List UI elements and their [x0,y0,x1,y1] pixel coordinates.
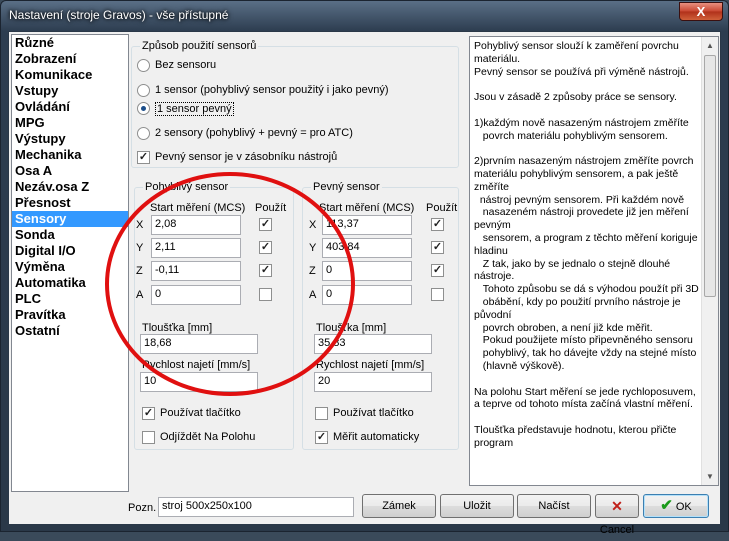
movable-use-button-checkbox[interactable]: ✓ [142,407,155,420]
sensor-usage-label: Způsob použití sensorů [140,40,259,52]
movable-retract-label: Odjíždět Na Polohu [160,431,256,443]
scroll-down-arrow-icon[interactable]: ▼ [702,468,718,485]
fixed-start-input[interactable]: 0 [322,285,412,305]
movable-start-input[interactable]: 0 [151,285,241,305]
movable-retract-checkbox[interactable] [142,431,155,444]
fixed-thickness-input[interactable]: 35,83 [314,334,432,354]
category-item[interactable]: Automatika [12,275,128,291]
movable-sensor-label: Pohyblivý sensor [143,181,231,193]
ok-button-label: OK [675,501,692,513]
movable-axis-label: Z [136,265,143,277]
fixed-speed-label: Rychlost najetí [mm/s] [316,359,425,371]
category-list[interactable]: Různé Zobrazení Komunikace Vstupy Ovládání MP… [11,34,129,492]
movable-start-input[interactable]: 2,11 [151,238,241,258]
fixed-start-input[interactable]: 0 [322,261,412,281]
usage-option-label: 1 sensor pevný [155,102,234,116]
fixed-use-checkbox[interactable]: ✓ [431,264,444,277]
movable-speed-label: Rychlost najetí [mm/s] [142,359,251,371]
usage-option-label: 2 sensory (pohyblivý + pevný = pro ATC) [155,127,353,139]
category-item[interactable]: Digital I/O [12,243,128,259]
usage-radio[interactable] [137,59,150,72]
fixed-speed-input[interactable]: 20 [314,372,432,392]
usage-radio[interactable] [137,102,150,115]
movable-use-header: Použít [255,202,287,214]
usage-radio[interactable] [137,84,150,97]
fixed-start-header: Start měření (MCS) [319,202,415,214]
help-panel: Pohyblivý sensor slouží k zaměření povrc… [469,36,719,486]
settings-window: Nastavení (stroje Gravos) - vše přístupn… [0,0,729,536]
fixed-in-magazine-checkbox[interactable]: ✓ [137,151,150,164]
movable-use-checkbox[interactable]: ✓ [259,264,272,277]
fixed-start-input[interactable]: 403,84 [322,238,412,258]
category-item[interactable]: Ovládání [12,99,128,115]
category-item[interactable]: Sensory [12,211,128,227]
category-item[interactable]: Vstupy [12,83,128,99]
category-item[interactable]: PLC [12,291,128,307]
movable-axis-label: X [136,219,144,231]
lock-button[interactable]: Zámek [362,494,436,518]
category-item[interactable]: Mechanika [12,147,128,163]
movable-start-header: Start měření (MCS) [150,202,246,214]
help-scrollbar[interactable]: ▲ ▼ [701,37,718,485]
scroll-up-arrow-icon[interactable]: ▲ [702,37,718,54]
movable-use-button-label: Používat tlačítko [160,407,241,419]
fixed-axis-label: Z [309,265,316,277]
movable-use-checkbox[interactable]: ✓ [259,218,272,231]
note-label: Pozn. [128,502,157,514]
window-close-button[interactable]: X [679,2,723,21]
fixed-thickness-label: Tloušťka [mm] [316,322,387,334]
fixed-use-checkbox[interactable] [431,288,444,301]
fixed-auto-label: Měřit automaticky [333,431,420,443]
fixed-start-input[interactable]: 113,37 [322,215,412,235]
movable-speed-input[interactable]: 10 [140,372,258,392]
category-item[interactable]: Výměna [12,259,128,275]
movable-use-checkbox[interactable] [259,288,272,301]
fixed-auto-checkbox[interactable]: ✓ [315,431,328,444]
fixed-use-button-checkbox[interactable] [315,407,328,420]
category-item[interactable]: Ostatní [12,323,128,339]
note-input[interactable]: stroj 500x250x100 [158,497,354,517]
fixed-axis-label: X [309,219,317,231]
category-item[interactable]: MPG [12,115,128,131]
category-item[interactable]: Komunikace [12,67,128,83]
ok-button[interactable]: ✔ OK [643,494,709,518]
category-item[interactable]: Zobrazení [12,51,128,67]
title-bar[interactable]: Nastavení (stroje Gravos) - vše přístupn… [1,1,728,29]
usage-option-label: Bez sensoru [155,59,217,71]
category-item[interactable]: Výstupy [12,131,128,147]
category-item[interactable]: Různé [12,35,128,51]
category-item[interactable]: Osa A [12,163,128,179]
fixed-use-header: Použít [426,202,458,214]
category-item[interactable]: Sonda [12,227,128,243]
cancel-button-label: Cancel [599,524,635,536]
movable-use-checkbox[interactable]: ✓ [259,241,272,254]
usage-option-label: 1 sensor (pohyblivý sensor použitý i jak… [155,84,389,96]
save-button[interactable]: Uložit [440,494,514,518]
window-title: Nastavení (stroje Gravos) - vše přístupn… [9,8,229,22]
scroll-thumb[interactable] [704,55,716,297]
dialog-client: Různé Zobrazení Komunikace Vstupy Ovládání MP… [8,31,721,536]
fixed-use-checkbox[interactable]: ✓ [431,218,444,231]
usage-radio[interactable] [137,127,150,140]
movable-start-input[interactable]: -0,11 [151,261,241,281]
category-item[interactable]: Nezáv.osa Z [12,179,128,195]
category-item[interactable]: Pravítka [12,307,128,323]
movable-axis-label: Y [136,242,144,254]
fixed-sensor-label: Pevný sensor [311,181,382,193]
ok-check-icon: ✔ [660,497,673,514]
movable-axis-label: A [136,289,144,301]
movable-start-input[interactable]: 2,08 [151,215,241,235]
fixed-use-button-label: Používat tlačítko [333,407,414,419]
fixed-in-magazine-label: Pevný sensor je v zásobníku nástrojů [155,151,338,163]
movable-thickness-input[interactable]: 18,68 [140,334,258,354]
fixed-use-checkbox[interactable]: ✓ [431,241,444,254]
category-item[interactable]: Přesnost [12,195,128,211]
load-button[interactable]: Načíst [517,494,591,518]
fixed-axis-label: A [309,289,317,301]
help-text: Pohyblivý sensor slouží k zaměření povrc… [474,40,699,449]
fixed-axis-label: Y [309,242,317,254]
cancel-button[interactable]: ✕ Cancel [595,494,639,536]
movable-thickness-label: Tloušťka [mm] [142,322,213,334]
cancel-x-icon: ✕ [611,498,623,514]
